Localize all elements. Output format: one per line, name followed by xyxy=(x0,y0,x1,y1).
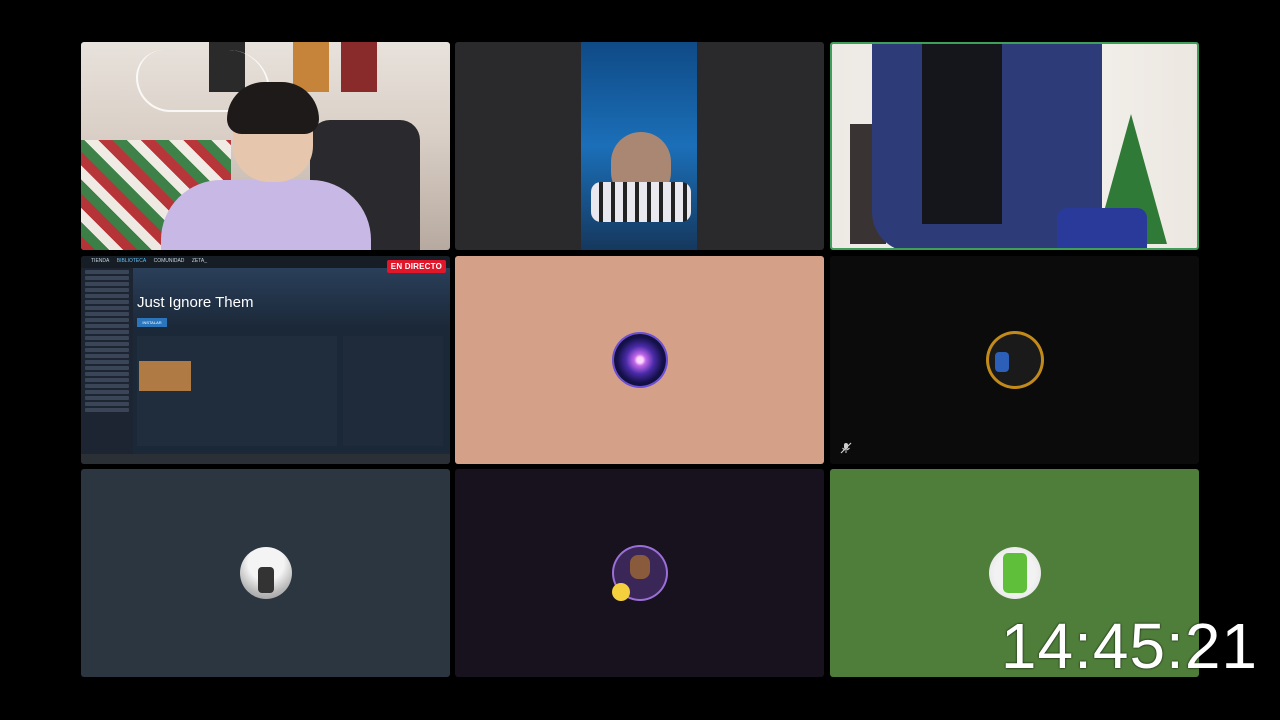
pillow xyxy=(591,182,691,222)
person-hair xyxy=(227,82,319,134)
wall-poster xyxy=(293,42,329,92)
mic-muted-icon xyxy=(840,442,852,454)
shared-content-area xyxy=(137,336,337,446)
galaxy-avatar-icon xyxy=(613,334,666,386)
participant-tile-8[interactable] xyxy=(455,469,824,677)
shared-taskbar xyxy=(81,454,450,464)
shared-tab: TIENDA xyxy=(91,258,110,264)
shared-tab: COMUNIDAD xyxy=(153,258,185,264)
shared-right-panel xyxy=(343,336,443,446)
live-badge: EN DIRECTO xyxy=(386,260,446,273)
person-shirt xyxy=(922,44,1002,224)
camera-video xyxy=(81,42,450,250)
participant-tile-6[interactable] xyxy=(830,256,1199,464)
participant-tile-4-screen-share[interactable]: TIENDA BIBLIOTECA COMUNIDAD ZETA_ Just I… xyxy=(81,256,450,464)
participant-tile-2[interactable] xyxy=(455,42,824,250)
snow-figure-avatar-icon xyxy=(239,547,292,599)
shared-thumbnail xyxy=(139,361,191,391)
camera-video xyxy=(581,42,697,250)
shared-nav-tabs: TIENDA BIBLIOTECA COMUNIDAD ZETA_ xyxy=(91,258,213,264)
shared-game-title: Just Ignore Them xyxy=(137,294,254,311)
chair xyxy=(1057,208,1147,248)
participant-tile-3-speaking[interactable] xyxy=(830,42,1199,250)
participant-tile-1[interactable] xyxy=(81,42,450,250)
wall-poster xyxy=(341,42,377,92)
camera-video xyxy=(832,44,1197,248)
participant-grid: TIENDA BIBLIOTECA COMUNIDAD ZETA_ Just I… xyxy=(81,42,1199,678)
shared-library-sidebar xyxy=(81,268,133,454)
participant-tile-5[interactable] xyxy=(455,256,824,464)
pixel-portrait-avatar-icon xyxy=(611,547,666,601)
shared-tab: BIBLIOTECA xyxy=(116,258,147,264)
gold-chain-avatar-icon xyxy=(988,334,1041,386)
shared-tab: ZETA_ xyxy=(191,258,208,264)
green-can-avatar-icon xyxy=(988,547,1041,599)
shared-install-button: INSTALAR xyxy=(137,318,167,327)
participant-tile-7[interactable] xyxy=(81,469,450,677)
clock-overlay: 14:45:21 xyxy=(1000,610,1258,682)
person xyxy=(161,180,371,250)
